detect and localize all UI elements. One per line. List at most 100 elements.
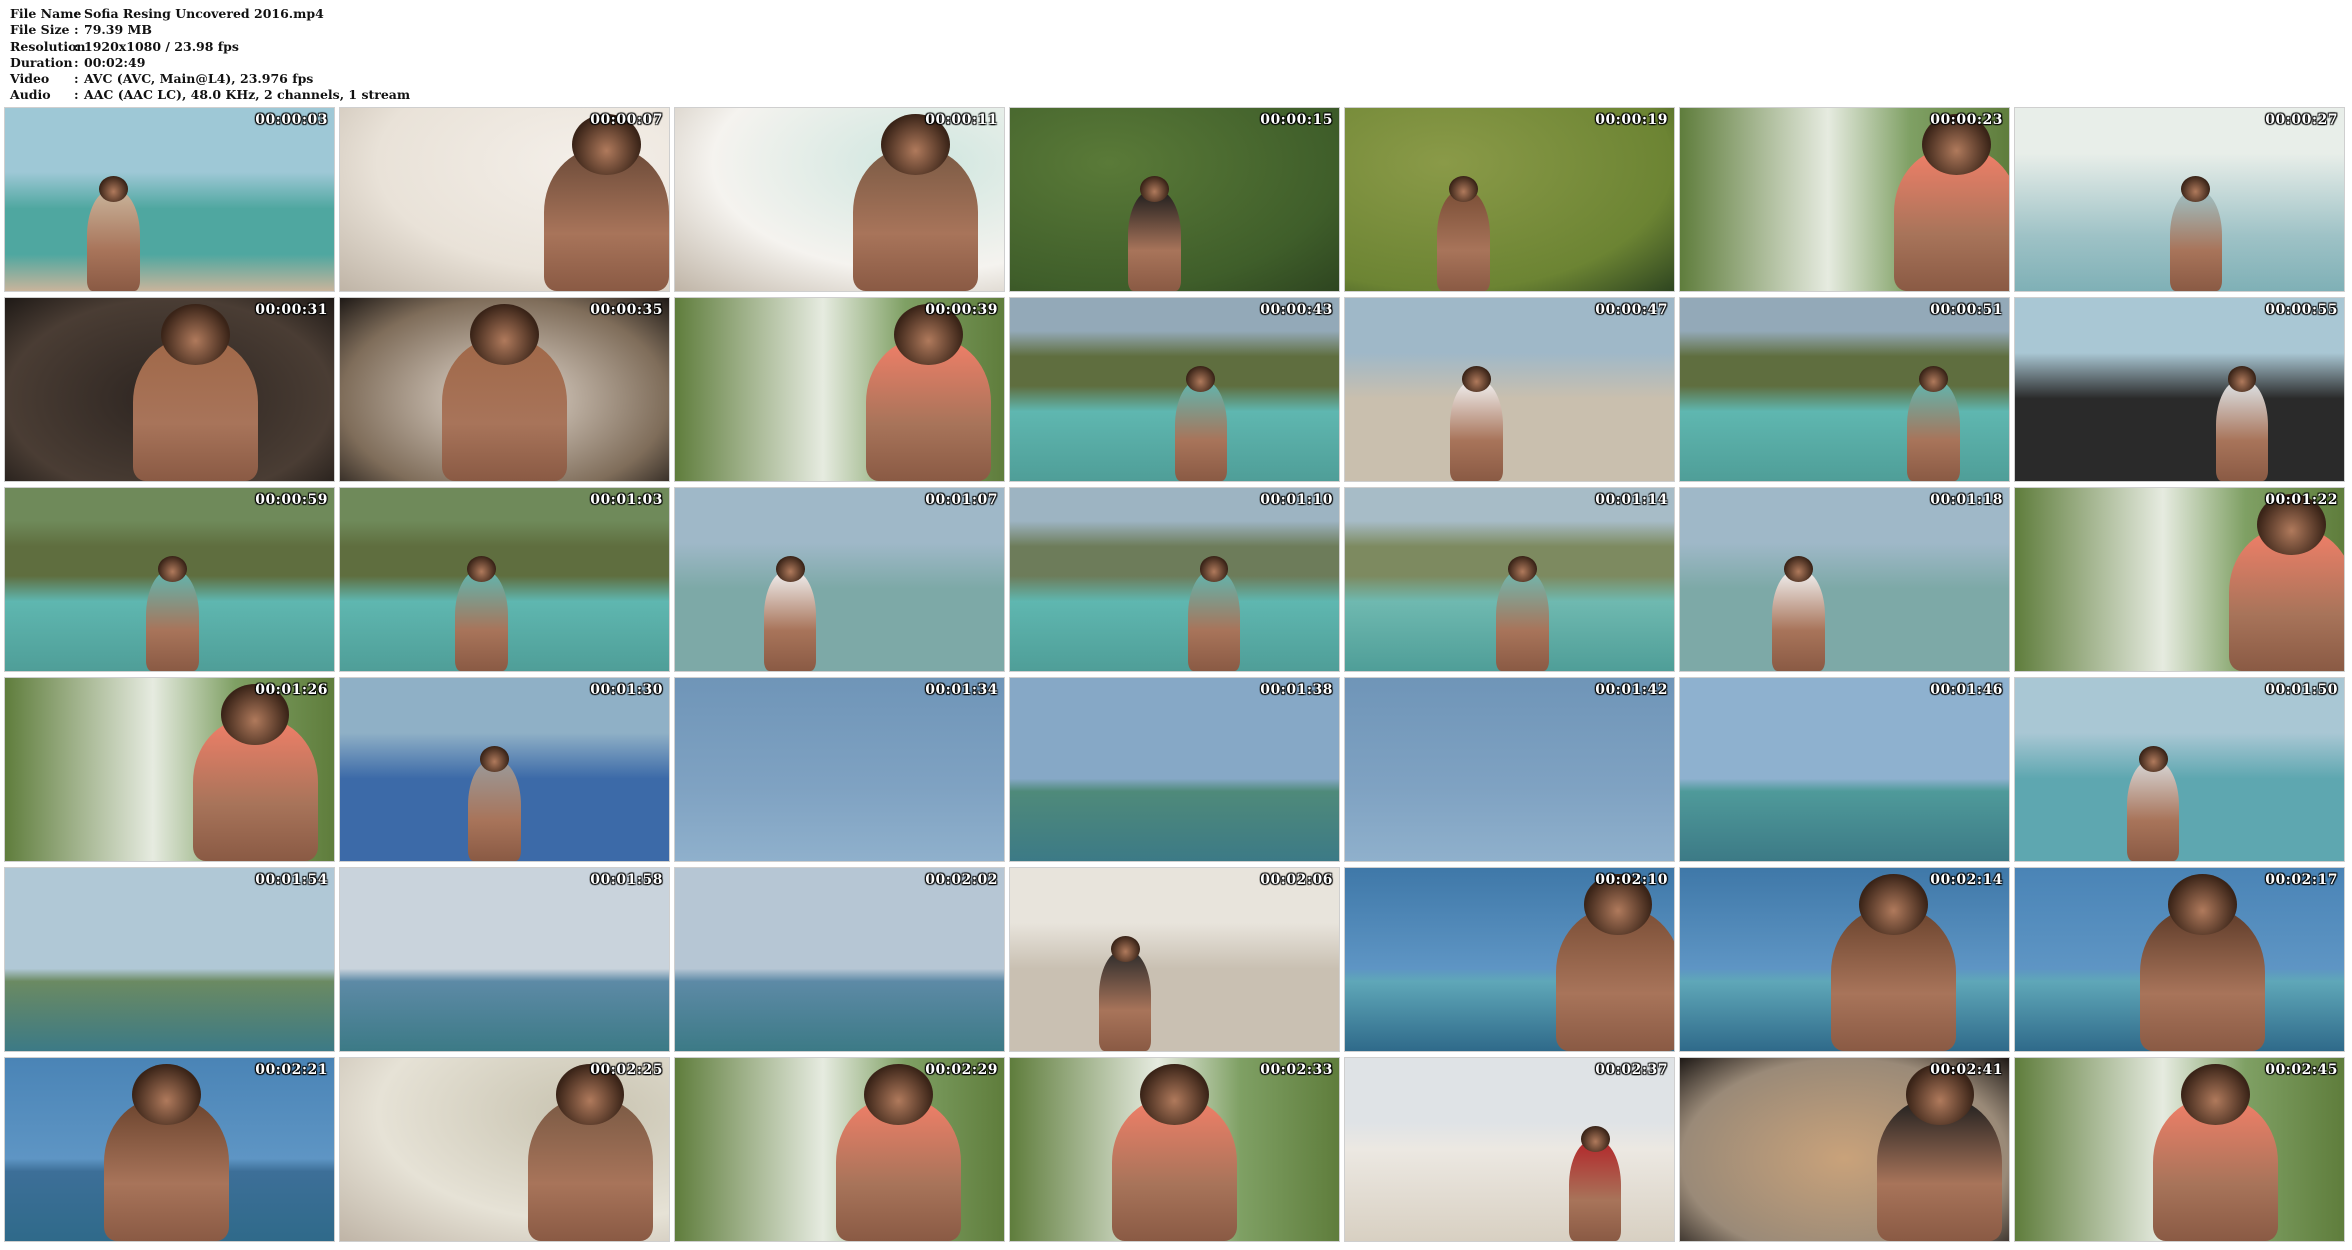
thumbnail: 00:00:11: [675, 108, 1004, 291]
info-value: Sofia Resing Uncovered 2016.mp4: [84, 6, 324, 21]
thumbnail: 00:02:33: [1010, 1058, 1339, 1241]
scene-figure-head: [864, 1063, 934, 1126]
thumbnail: 00:02:14: [1680, 868, 2009, 1051]
scene-figure-head: [1462, 365, 1492, 392]
scene-figure-head: [1199, 555, 1229, 582]
thumbnail: 00:02:45: [2015, 1058, 2344, 1241]
info-row-resolution: Resolution: 1920x1080 / 23.98 fps: [10, 39, 410, 55]
thumbnail: 00:02:02: [675, 868, 1004, 1051]
timestamp-label: 00:02:14: [1930, 872, 2003, 888]
scene-figure: [2169, 190, 2223, 291]
timestamp-label: 00:02:45: [2265, 1062, 2338, 1078]
thumbnail: 00:01:14: [1345, 488, 1674, 671]
timestamp-label: 00:00:03: [255, 112, 328, 128]
timestamp-label: 00:02:21: [255, 1062, 328, 1078]
info-separator: :: [74, 6, 79, 21]
timestamp-label: 00:02:33: [1260, 1062, 1333, 1078]
file-info-panel: File Name: Sofia Resing Uncovered 2016.mp…: [10, 6, 410, 104]
info-value: 00:02:49: [84, 54, 146, 70]
timestamp-label: 00:01:26: [255, 682, 328, 698]
thumbnail: 00:01:46: [1680, 678, 2009, 861]
scene-figure-head: [470, 303, 539, 366]
timestamp-label: 00:01:03: [590, 492, 663, 508]
timestamp-label: 00:02:41: [1930, 1062, 2003, 1078]
timestamp-label: 00:01:54: [255, 872, 328, 888]
thumbnail: 00:01:34: [675, 678, 1004, 861]
scene-figure: [1450, 380, 1503, 481]
info-separator: :: [74, 22, 79, 38]
thumbnail: 00:02:25: [340, 1058, 669, 1241]
scene-figure-head: [2227, 365, 2257, 392]
timestamp-label: 00:00:19: [1595, 112, 1668, 128]
scene-figure-head: [2181, 175, 2211, 202]
scene-figure: [1496, 570, 1549, 671]
info-key: Audio: [10, 87, 51, 103]
thumbnail: 00:02:29: [675, 1058, 1004, 1241]
thumbnail: 00:00:15: [1010, 108, 1339, 291]
thumbnail: 00:00:43: [1010, 298, 1339, 481]
thumbnail: 00:00:31: [5, 298, 334, 481]
timestamp-label: 00:01:38: [1260, 682, 1333, 698]
scene-figure-head: [480, 745, 510, 772]
timestamp-label: 00:02:06: [1260, 872, 1333, 888]
info-value: AAC (AAC LC), 48.0 KHz, 2 channels, 1 st…: [84, 87, 411, 103]
thumbnail: 00:01:10: [1010, 488, 1339, 671]
timestamp-label: 00:01:14: [1595, 492, 1668, 508]
timestamp-label: 00:01:46: [1930, 682, 2003, 698]
scene-figure: [1174, 380, 1228, 481]
scene-figure: [1187, 570, 1241, 671]
timestamp-label: 00:00:51: [1930, 302, 2003, 318]
timestamp-label: 00:01:30: [590, 682, 663, 698]
thumbnail: 00:01:03: [340, 488, 669, 671]
timestamp-label: 00:00:15: [1260, 112, 1333, 128]
scene-figure: [1772, 570, 1825, 671]
timestamp-label: 00:02:10: [1595, 872, 1668, 888]
thumbnail: 00:01:18: [1680, 488, 2009, 671]
scene-figure-head: [775, 555, 805, 582]
info-value: 1920x1080 / 23.98 fps: [84, 38, 239, 54]
timestamp-label: 00:01:22: [2265, 492, 2338, 508]
timestamp-label: 00:02:29: [925, 1062, 998, 1078]
info-key: Resolution: [10, 38, 86, 54]
scene-figure-head: [1140, 175, 1170, 202]
scene-figure: [1907, 380, 1960, 481]
info-row-file-name: File Name: Sofia Resing Uncovered 2016.mp…: [10, 6, 410, 22]
timestamp-label: 00:00:11: [925, 112, 998, 128]
scene-figure-head: [1859, 873, 1929, 936]
timestamp-label: 00:01:58: [590, 872, 663, 888]
timestamp-label: 00:02:02: [925, 872, 998, 888]
timestamp-label: 00:02:37: [1595, 1062, 1668, 1078]
info-separator: :: [74, 87, 79, 103]
scene-figure-head: [131, 1063, 201, 1126]
scene-figure: [468, 760, 521, 861]
thumbnail: 00:01:30: [340, 678, 669, 861]
thumbnail: 00:01:07: [675, 488, 1004, 671]
scene-figure: [763, 570, 817, 671]
scene-figure-head: [1140, 1063, 1209, 1126]
thumbnail: 00:01:58: [340, 868, 669, 1051]
timestamp-label: 00:01:50: [2265, 682, 2338, 698]
scene-figure-head: [2168, 873, 2237, 936]
info-row-duration: Duration: 00:02:49: [10, 55, 410, 71]
info-key: Video: [10, 71, 50, 87]
info-separator: :: [74, 54, 79, 70]
scene-figure-head: [1508, 555, 1538, 582]
timestamp-label: 00:00:35: [590, 302, 663, 318]
thumbnail: 00:00:19: [1345, 108, 1674, 291]
scene-figure: [1128, 190, 1182, 291]
scene-figure-head: [1110, 935, 1140, 962]
thumbnail: 00:00:03: [5, 108, 334, 291]
thumbnail: 00:02:37: [1345, 1058, 1674, 1241]
timestamp-label: 00:00:07: [590, 112, 663, 128]
thumbnail: 00:00:51: [1680, 298, 2009, 481]
info-key: File Name: [10, 6, 82, 21]
scene-figure: [1568, 1140, 1622, 1241]
thumbnail-grid: 00:00:03 00:00:07 00:00:11 00:00:15 00:00:19…: [5, 108, 2351, 1248]
thumbnail: 00:00:27: [2015, 108, 2344, 291]
scene-figure-head: [2138, 745, 2168, 772]
scene-figure-head: [1580, 1125, 1610, 1152]
info-row-audio: Audio: AAC (AAC LC), 48.0 KHz, 2 channels…: [10, 87, 410, 103]
thumbnail: 00:01:22: [2015, 488, 2344, 671]
timestamp-label: 00:00:23: [1930, 112, 2003, 128]
thumbnail: 00:02:06: [1010, 868, 1339, 1051]
